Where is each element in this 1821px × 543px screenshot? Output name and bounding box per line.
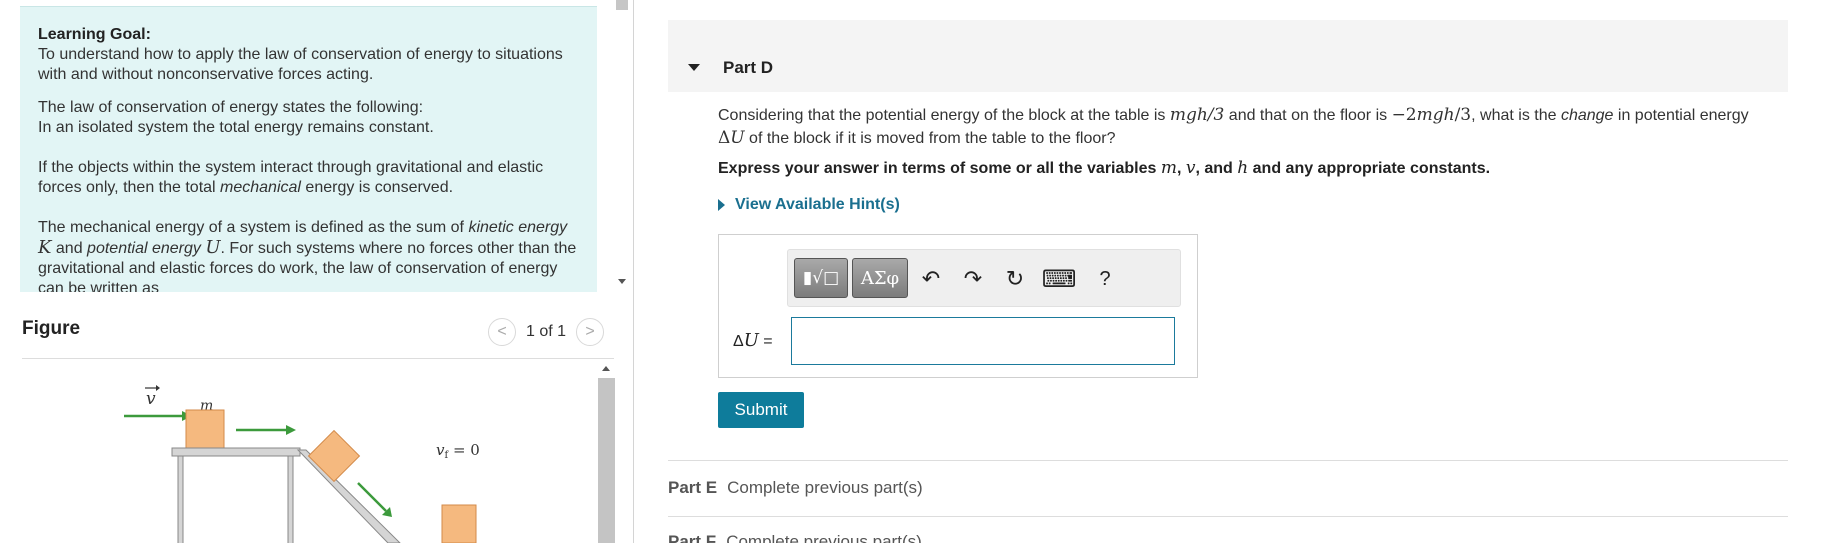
question-text-c: , what is the bbox=[1471, 107, 1561, 124]
next-figure-button[interactable]: > bbox=[576, 318, 605, 346]
part-d-question: Considering that the potential energy of… bbox=[718, 104, 1798, 150]
energy-def-b: and bbox=[51, 240, 88, 257]
right-pane: Part D Considering that the potential en… bbox=[634, 0, 1821, 543]
redo-button[interactable]: ↷ bbox=[960, 266, 986, 292]
view-hints-link[interactable]: View Available Hint(s) bbox=[718, 196, 900, 214]
goal-scrollbar[interactable] bbox=[610, 0, 630, 292]
block-on-table bbox=[185, 409, 225, 449]
figure-pager: < 1 of 1 > bbox=[488, 318, 605, 346]
question-math-1-div: /3 bbox=[1207, 105, 1225, 125]
part-f-label: Part F bbox=[668, 532, 717, 543]
part-f-divider bbox=[668, 516, 1788, 517]
law-statement: In an isolated system the total energy r… bbox=[38, 119, 434, 136]
part-d-instructions: Express your answer in terms of some or … bbox=[718, 158, 1490, 178]
instr-var-h: h bbox=[1237, 158, 1249, 178]
part-e-divider bbox=[668, 460, 1788, 461]
energy-def-a: The mechanical energy of a system is def… bbox=[38, 219, 469, 236]
learning-goal-title: Learning Goal: bbox=[38, 26, 151, 43]
velocity-label: v bbox=[146, 389, 156, 409]
final-velocity-label: vf = 0 bbox=[436, 441, 480, 461]
question-math-1-var: mgh bbox=[1169, 105, 1208, 125]
part-e-label: Part E bbox=[668, 478, 718, 497]
symbols-icon: ΑΣφ bbox=[860, 267, 900, 289]
figure-scrollbar-thumb[interactable] bbox=[598, 378, 615, 543]
templates-button[interactable]: ▮√□ bbox=[794, 258, 848, 298]
learning-goal-box: Learning Goal: To understand how to appl… bbox=[20, 6, 597, 292]
figure-diagram: v m vf = 0 bbox=[124, 385, 480, 543]
chevron-right-icon: > bbox=[585, 323, 595, 340]
undo-icon: ↶ bbox=[921, 266, 941, 291]
part-f-row[interactable]: Part F Complete previous part(s) bbox=[668, 532, 922, 543]
learning-goal-text: To understand how to apply the law of co… bbox=[38, 46, 563, 83]
answer-box: ▮√□ ΑΣφ ↶ ↷ ↻ ⌨ ? ΔU = bbox=[718, 234, 1198, 378]
table-leg-right bbox=[287, 455, 294, 543]
instr-text-a: Express your answer in terms of some or … bbox=[718, 160, 1161, 177]
prev-figure-button[interactable]: < bbox=[488, 318, 516, 346]
instr-text-b: and any appropriate constants. bbox=[1248, 160, 1491, 177]
help-button[interactable]: ? bbox=[1092, 266, 1118, 292]
question-text-d: in potential energy bbox=[1613, 107, 1749, 124]
figure-divider bbox=[22, 358, 614, 359]
redo-icon: ↷ bbox=[963, 266, 983, 291]
submit-button[interactable]: Submit bbox=[718, 392, 804, 428]
mechanical-text-italic: mechanical bbox=[220, 179, 301, 196]
question-text-e: of the block if it is moved from the tab… bbox=[744, 130, 1116, 147]
question-text-change: change bbox=[1560, 107, 1614, 124]
question-math-2-var: mgh bbox=[1416, 105, 1455, 125]
question-u: U bbox=[730, 128, 745, 148]
templates-icon: ▮√□ bbox=[802, 268, 840, 288]
energy-def-potential: potential energy bbox=[87, 240, 201, 257]
goal-scrollbar-thumb[interactable] bbox=[616, 0, 628, 10]
question-math-2-div: /3 bbox=[1454, 105, 1472, 125]
caret-down-icon[interactable] bbox=[688, 64, 700, 71]
question-delta: Δ bbox=[718, 128, 731, 148]
part-d-title: Part D bbox=[723, 58, 774, 77]
instr-sep-1: , bbox=[1176, 160, 1186, 177]
figure-title: Figure bbox=[22, 318, 81, 339]
figure-page-count: 1 of 1 bbox=[526, 323, 567, 340]
chevron-left-icon: < bbox=[497, 323, 507, 340]
block-on-ramp bbox=[307, 429, 361, 483]
energy-def-kinetic: kinetic energy bbox=[468, 219, 568, 236]
part-e-status: Complete previous part(s) bbox=[727, 478, 923, 497]
part-e-row[interactable]: Part E Complete previous part(s) bbox=[668, 478, 923, 498]
answer-label-delta: Δ bbox=[733, 333, 744, 350]
question-math-1: mgh/3 bbox=[1170, 105, 1225, 125]
keyboard-button[interactable]: ⌨ bbox=[1042, 266, 1077, 293]
table-leg-left bbox=[177, 455, 184, 543]
question-math-2-coef: −2 bbox=[1391, 105, 1417, 125]
scroll-down-arrow-icon[interactable] bbox=[618, 279, 626, 284]
table-top bbox=[171, 447, 301, 457]
symbols-button[interactable]: ΑΣφ bbox=[852, 258, 908, 298]
reset-icon: ↻ bbox=[1005, 266, 1025, 291]
hint-label[interactable]: View Available Hint(s) bbox=[735, 196, 900, 214]
app-root: Learning Goal: To understand how to appl… bbox=[0, 0, 1821, 543]
math-toolbar: ▮√□ ΑΣφ ↶ ↷ ↻ ⌨ ? bbox=[787, 249, 1181, 307]
law-statement-intro: The law of conservation of energy states… bbox=[38, 99, 424, 116]
figure-scrollbar[interactable] bbox=[598, 362, 616, 543]
scroll-up-arrow-icon[interactable] bbox=[602, 366, 610, 371]
caret-right-icon bbox=[718, 199, 725, 211]
question-text-a: Considering that the potential energy of… bbox=[718, 107, 1170, 124]
part-f-status: Complete previous part(s) bbox=[726, 532, 922, 543]
answer-label: ΔU = bbox=[733, 330, 773, 351]
block-on-floor bbox=[441, 504, 477, 543]
answer-label-u: U bbox=[743, 330, 759, 351]
keyboard-icon: ⌨ bbox=[1041, 265, 1077, 293]
answer-label-equals: = bbox=[758, 333, 773, 350]
question-text-b: and that on the floor is bbox=[1224, 107, 1392, 124]
energy-def-var-k: K bbox=[38, 237, 52, 258]
mechanical-text-b: energy is conserved. bbox=[300, 179, 454, 196]
left-pane: Learning Goal: To understand how to appl… bbox=[0, 0, 640, 543]
energy-def-var-u: U bbox=[205, 237, 221, 258]
instr-var-m: m bbox=[1160, 158, 1177, 178]
undo-button[interactable]: ↶ bbox=[918, 266, 944, 292]
instr-sep-2: , and bbox=[1195, 160, 1238, 177]
part-d-header[interactable]: Part D bbox=[668, 20, 1788, 92]
reset-button[interactable]: ↻ bbox=[1002, 266, 1028, 292]
help-icon: ? bbox=[1099, 267, 1111, 290]
answer-input[interactable] bbox=[791, 317, 1175, 365]
